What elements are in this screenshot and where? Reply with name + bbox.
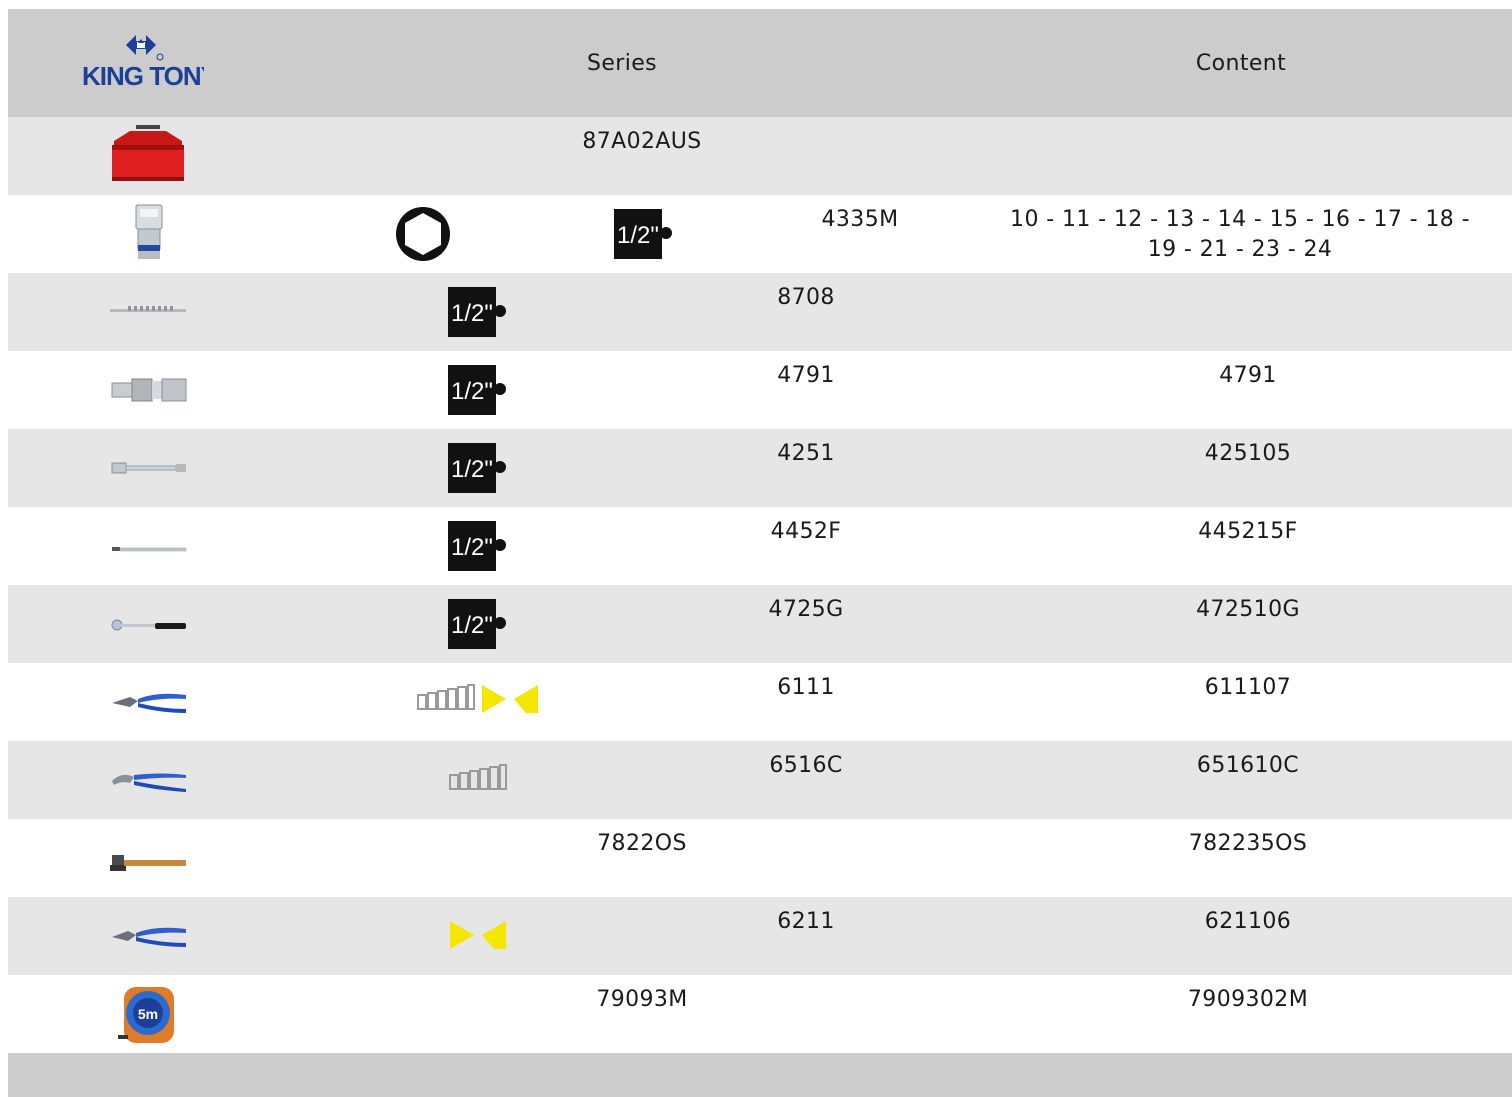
table-row: 1/2" 8708	[8, 273, 1512, 351]
cutter-icon	[480, 681, 540, 725]
table-row: 87A02AUS	[8, 117, 1512, 195]
table-row: 6211 621106	[8, 897, 1512, 975]
series-column-header: Series	[586, 51, 658, 76]
content-column-header: Content	[1195, 51, 1287, 76]
table-row: 5m 79093M 7909302M	[8, 975, 1512, 1053]
table-row: 1/2" 4725G 472510G	[8, 585, 1512, 663]
content-value: 472510G	[1196, 597, 1300, 622]
content-value: 651610C	[1196, 753, 1300, 778]
content-line-2: 19 - 21 - 23 - 24	[1147, 237, 1333, 262]
half-inch-drive-icon: 1/2"	[448, 443, 506, 497]
table-row: 7822OS 782235OS	[8, 819, 1512, 897]
grip-scale-icon	[448, 763, 508, 801]
hex-icon	[394, 207, 452, 265]
table-row: 6516C 651610C	[8, 741, 1512, 819]
content-line-1: 10 - 11 - 12 - 13 - 14 - 15 - 16 - 17 - …	[1010, 207, 1470, 232]
half-inch-drive-icon: 1/2"	[448, 599, 506, 653]
series-value: 4251	[777, 441, 835, 466]
socket-rail-image	[108, 279, 188, 345]
product-table: KING TONY Series Content 87A02AUS 1/2" 4…	[8, 9, 1512, 1097]
socket-image	[108, 201, 188, 267]
table-row: 1/2" 4452F 445215F	[8, 507, 1512, 585]
content-value: 425105	[1204, 441, 1292, 466]
tape-label: 5m	[138, 1006, 158, 1022]
cutter-icon	[448, 917, 508, 961]
svg-text:1/2": 1/2"	[451, 534, 493, 561]
content-value: 4791	[1219, 363, 1277, 388]
universal-joint-image	[108, 357, 188, 423]
series-value: 79093M	[596, 987, 688, 1012]
table-row: 1/2" 4335M 10 - 11 - 12 - 13 - 14 - 15 -…	[8, 195, 1512, 273]
table-row: 1/2" 4791 4791	[8, 351, 1512, 429]
half-inch-drive-icon: 1/2"	[614, 209, 672, 263]
table-header: KING TONY Series Content	[8, 9, 1512, 117]
content-value: 611107	[1204, 675, 1292, 700]
combination-pliers-image	[108, 669, 188, 735]
series-value: 4725G	[768, 597, 844, 622]
series-value: 6211	[777, 909, 835, 934]
series-value: 4791	[777, 363, 835, 388]
content-value: 445215F	[1198, 519, 1298, 544]
table-row: 1/2" 4251 425105	[8, 429, 1512, 507]
svg-text:1/2": 1/2"	[451, 456, 493, 483]
grip-scale-icon	[416, 683, 476, 721]
content-value: 782235OS	[1188, 831, 1308, 856]
half-inch-drive-icon: 1/2"	[448, 365, 506, 419]
tool-box-image	[108, 123, 188, 189]
svg-text:1/2": 1/2"	[451, 612, 493, 639]
svg-text:1/2": 1/2"	[451, 300, 493, 327]
series-value: 4452F	[770, 519, 842, 544]
content-value: 7909302M	[1187, 987, 1309, 1012]
content-value: 621106	[1204, 909, 1292, 934]
table-row: 6111 611107	[8, 663, 1512, 741]
measuring-tape-image: 5m	[108, 981, 188, 1047]
half-inch-drive-icon: 1/2"	[448, 287, 506, 341]
series-value: 6516C	[769, 753, 843, 778]
king-tony-logo: KING TONY	[80, 31, 219, 95]
hammer-image	[108, 825, 188, 891]
logo-text: KING TONY	[82, 61, 204, 91]
svg-text:1/2": 1/2"	[451, 378, 493, 405]
ratchet-image	[108, 591, 188, 657]
series-value: 4335M	[821, 207, 899, 232]
flex-handle-image	[108, 513, 188, 579]
series-value: 7822OS	[597, 831, 687, 856]
table-footer	[8, 1053, 1512, 1097]
series-value: 87A02AUS	[582, 129, 702, 154]
series-value: 8708	[777, 285, 835, 310]
svg-text:1/2": 1/2"	[617, 222, 659, 249]
water-pump-pliers-image	[108, 747, 188, 813]
series-value: 6111	[777, 675, 835, 700]
extension-bar-image	[108, 435, 188, 501]
diagonal-cutter-image	[108, 903, 188, 969]
half-inch-drive-icon: 1/2"	[448, 521, 506, 575]
